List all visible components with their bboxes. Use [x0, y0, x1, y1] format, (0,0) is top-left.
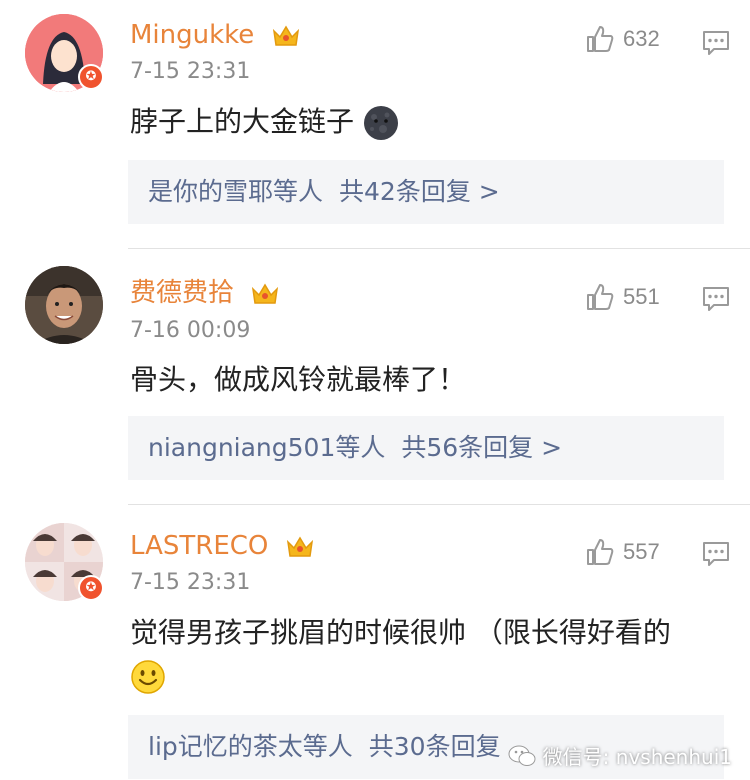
reply-icon[interactable] — [702, 30, 730, 56]
comment-time: 7-16 00:09 — [130, 318, 251, 343]
like-count: 551 — [623, 284, 660, 309]
username-text[interactable]: 费德费拾 — [130, 278, 234, 308]
username-text[interactable]: LASTRECO — [130, 531, 268, 561]
watermark-text: 微信号: nvshenhui1 — [542, 745, 732, 769]
crown-icon — [252, 283, 279, 304]
like-button[interactable]: 632 — [585, 24, 660, 54]
replies-count[interactable]: 共30条回复 — [369, 732, 501, 761]
comment-time: 7-15 23:31 — [130, 59, 251, 84]
comment-text: 觉得男孩子挑眉的时候很帅 （限长得好看的 — [130, 613, 671, 653]
avatar-photo — [25, 266, 103, 344]
comment-text-body: 觉得男孩子挑眉的时候很帅 （限长得好看的 — [130, 616, 671, 649]
username[interactable]: 费德费拾 — [130, 276, 280, 310]
like-button[interactable]: 551 — [585, 282, 660, 312]
comment-text-body: 骨头，做成风铃就最棒了！ — [130, 363, 467, 396]
comment-item: ✪ LASTRECO 7-15 23:31 557 觉得男孩子挑眉的时候很帅 （… — [0, 505, 750, 780]
replies-link[interactable]: niangniang501等人 共56条回复 > — [128, 416, 724, 480]
replies-users[interactable]: 是你的雪耶等人 — [148, 177, 323, 206]
verified-badge-icon: ✪ — [78, 64, 104, 90]
watermark: 微信号: nvshenhui1 — [507, 741, 732, 770]
comment-item: ✪ Mingukke 7-15 23:31 632 脖子上的大金链子 是你的雪耶… — [0, 0, 750, 250]
thumbs-up-icon[interactable] — [585, 537, 615, 567]
thumbs-up-icon[interactable] — [585, 24, 615, 54]
reply-icon[interactable] — [702, 286, 730, 312]
comment-time: 7-15 23:31 — [130, 570, 251, 595]
like-button[interactable]: 557 — [585, 537, 660, 567]
reply-icon[interactable] — [702, 541, 730, 567]
username-text[interactable]: Mingukke — [130, 20, 254, 50]
replies-link[interactable]: 是你的雪耶等人 共42条回复 > — [128, 160, 724, 224]
thumbs-up-icon[interactable] — [585, 282, 615, 312]
username[interactable]: LASTRECO — [130, 529, 315, 563]
username[interactable]: Mingukke — [130, 18, 301, 52]
divider — [128, 248, 750, 249]
replies-users[interactable]: lip记忆的茶太等人 — [148, 732, 353, 761]
replies-count[interactable]: 共56条回复 > — [401, 433, 562, 462]
crown-icon — [272, 25, 299, 46]
dark-moon-emoji-icon — [363, 106, 398, 140]
verified-badge-icon: ✪ — [78, 575, 104, 601]
smile-emoji-icon — [131, 660, 165, 694]
replies-count[interactable]: 共42条回复 > — [339, 177, 500, 206]
crown-icon — [286, 536, 313, 557]
like-count: 557 — [623, 539, 660, 564]
comment-item: 费德费拾 7-16 00:09 551 骨头，做成风铃就最棒了！ niangni… — [0, 250, 750, 505]
replies-users[interactable]: niangniang501等人 — [148, 433, 385, 462]
comment-text: 骨头，做成风铃就最棒了！ — [130, 360, 466, 400]
wechat-icon — [508, 745, 536, 766]
comment-text-body: 脖子上的大金链子 — [130, 105, 355, 138]
avatar[interactable] — [25, 266, 103, 344]
comment-text: 脖子上的大金链子 — [130, 102, 399, 142]
like-count: 632 — [623, 26, 660, 51]
